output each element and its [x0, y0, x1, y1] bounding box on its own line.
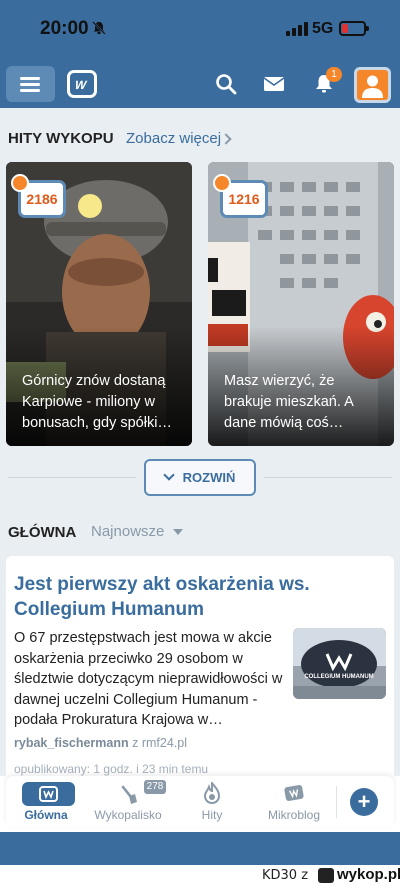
nav-mikroblog[interactable]: Mikroblog	[256, 776, 332, 828]
source-link[interactable]: rmf24.pl	[142, 736, 187, 750]
published-time: opublikowany: 1 godz. i 23 min temu	[14, 762, 209, 776]
chevron-right-icon[interactable]	[220, 133, 232, 145]
see-more-link[interactable]: Zobacz więcej	[126, 130, 221, 147]
article-card[interactable]: Jest pierwszy akt oskarżenia ws. Collegi…	[6, 556, 394, 776]
wykop-logo[interactable]: W	[67, 70, 97, 98]
user-silhouette-icon	[362, 75, 383, 98]
status-bar: 20:00 5G	[0, 0, 400, 58]
article-thumbnail[interactable]: COLLEGIUM HUMANUM	[293, 628, 386, 699]
flame-icon	[203, 782, 221, 804]
battery-icon	[339, 21, 369, 36]
search-icon[interactable]	[214, 72, 238, 96]
wykop-logo-icon	[39, 786, 58, 802]
divider	[8, 477, 136, 478]
notification-count-badge: 1	[326, 67, 342, 82]
nav-separator	[336, 786, 337, 818]
wykop-watermark-icon	[318, 868, 334, 883]
nav-wykopalisko-label: Wykopalisko	[94, 808, 162, 822]
source-prefix: z	[128, 736, 142, 750]
watermark-site: wykop.pl	[337, 866, 400, 883]
mail-icon[interactable]	[262, 72, 286, 96]
hit-card[interactable]: 2186 Górnicy znów dostaną Karpiowe - mil…	[6, 162, 192, 446]
sort-dropdown[interactable]: Najnowsze	[91, 523, 164, 540]
chevron-down-icon	[162, 469, 175, 481]
nav-main-label: Główna	[24, 808, 68, 822]
nav-mikroblog-label: Mikroblog	[267, 808, 321, 822]
nav-hity-label: Hity	[201, 808, 223, 822]
watermark: KD30 z wykop.pl	[0, 865, 400, 887]
article-thumbnail-image: COLLEGIUM HUMANUM	[293, 628, 386, 699]
wykopalisko-count-badge: 278	[144, 780, 166, 794]
thumbnail-caption: COLLEGIUM HUMANUM	[304, 674, 373, 680]
network-type: 5G	[312, 20, 334, 37]
top-bar: W	[0, 58, 400, 108]
watermark-user: KD30 z	[262, 868, 309, 883]
bell-muted-icon	[92, 21, 106, 35]
caret-down-icon[interactable]	[173, 529, 183, 535]
hit-card-title: Górnicy znów dostaną Karpiowe - miliony …	[22, 373, 172, 431]
main-tab-icon-box	[22, 782, 75, 806]
signal-icon	[286, 22, 308, 36]
shovel-icon	[121, 785, 137, 804]
main-heading: GŁÓWNA	[8, 524, 77, 541]
article-title[interactable]: Jest pierwszy akt oskarżenia ws. Collegi…	[14, 572, 384, 622]
flame-icon	[213, 174, 231, 192]
hit-card[interactable]: 1216 Masz wierzyć, że brakuje mieszkań. …	[208, 162, 394, 446]
logo-mark-icon: W	[73, 78, 89, 92]
add-content-button[interactable]: +	[350, 788, 378, 816]
nav-main[interactable]: Główna	[8, 776, 84, 828]
status-time: 20:00	[40, 18, 89, 39]
content-area: HITY WYKOPU Zobacz więcej 2186 Górnicy z…	[0, 108, 400, 776]
hits-heading: HITY WYKOPU	[8, 130, 114, 147]
article-meta: rybak_fischermann z rmf24.pl	[14, 736, 187, 750]
article-description: O 67 przestępstwach jest mowa w akcie os…	[14, 630, 283, 728]
menu-button[interactable]	[6, 66, 55, 102]
hit-card-title: Masz wierzyć, że brakuje mieszkań. A dan…	[224, 373, 353, 431]
author-link[interactable]: rybak_fischermann	[14, 736, 129, 750]
microblog-icon	[284, 785, 304, 801]
user-avatar[interactable]	[354, 67, 391, 103]
expand-button[interactable]: ROZWIŃ	[144, 459, 256, 496]
nav-hity[interactable]: Hity	[174, 776, 250, 828]
divider	[264, 477, 392, 478]
flame-icon	[11, 174, 29, 192]
footer-bar	[0, 832, 400, 865]
expand-label: ROZWIŃ	[182, 470, 236, 485]
